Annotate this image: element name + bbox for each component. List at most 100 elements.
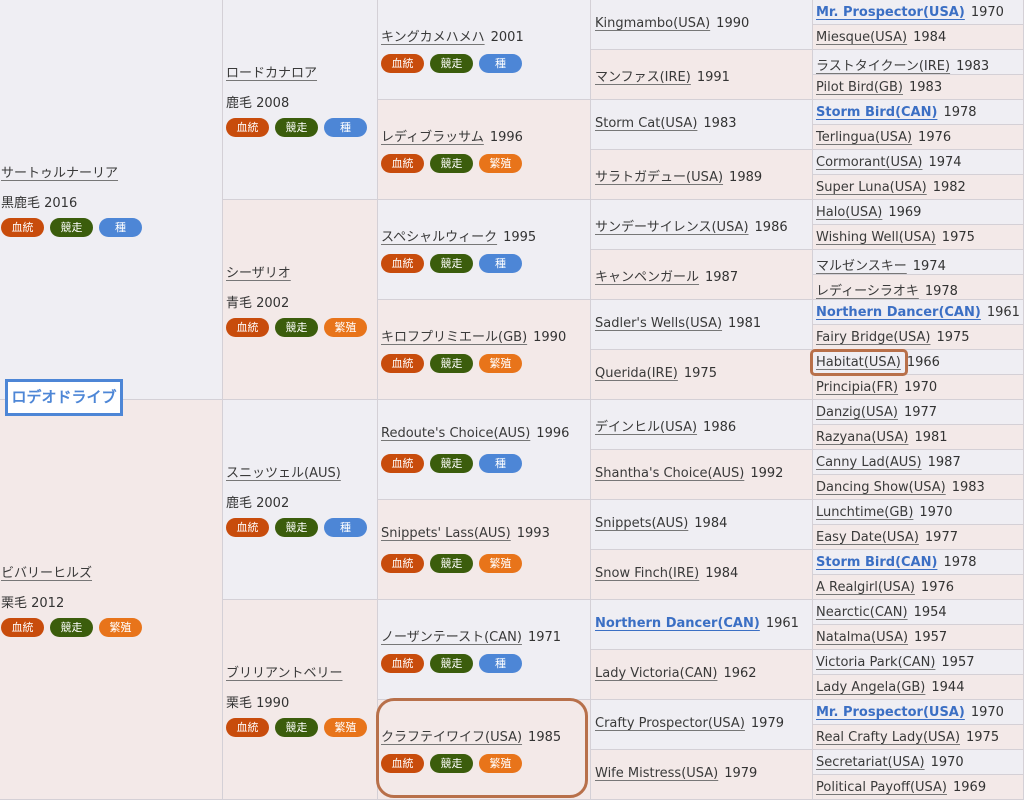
horse-name-link[interactable]: レディブラッサム [381, 130, 484, 145]
race-tag[interactable]: 競走 [430, 554, 473, 573]
horse-name-link[interactable]: キャンペンガール [595, 270, 699, 285]
horse-name-link[interactable]: スペシャルウィーク [381, 230, 497, 245]
horse-name-link[interactable]: Victoria Park(CAN) [816, 655, 935, 670]
race-tag[interactable]: 競走 [430, 654, 473, 673]
horse-name-link[interactable]: サラトガデュー(USA) [595, 170, 723, 185]
horse-name-link[interactable]: ラストタイクーン(IRE) [816, 59, 950, 74]
horse-name-link[interactable]: Danzig(USA) [816, 405, 898, 420]
race-tag[interactable]: 競走 [50, 218, 93, 237]
blood-tag[interactable]: 血統 [381, 254, 424, 273]
horse-name-link[interactable]: Pilot Bird(GB) [816, 80, 903, 95]
race-tag[interactable]: 競走 [50, 618, 93, 637]
race-tag[interactable]: 競走 [430, 154, 473, 173]
horse-name-link[interactable]: A Realgirl(USA) [816, 580, 915, 595]
blood-tag[interactable]: 血統 [226, 318, 269, 337]
stud-tag[interactable]: 種 [479, 454, 522, 473]
horse-name-link[interactable]: キロフプリミエール(GB) [381, 330, 527, 345]
horse-name-link[interactable]: サンデーサイレンス(USA) [595, 220, 749, 235]
race-tag[interactable]: 競走 [430, 454, 473, 473]
blood-tag[interactable]: 血統 [381, 154, 424, 173]
horse-name-link[interactable]: Canny Lad(AUS) [816, 455, 922, 470]
horse-name-link[interactable]: Lady Victoria(CAN) [595, 666, 717, 681]
horse-name-link[interactable]: マルゼンスキー [816, 259, 907, 274]
stud-tag[interactable]: 種 [479, 254, 522, 273]
blood-tag[interactable]: 血統 [226, 718, 269, 737]
breed-tag[interactable]: 繁殖 [324, 318, 367, 337]
blood-tag[interactable]: 血統 [381, 454, 424, 473]
breed-tag[interactable]: 繁殖 [479, 354, 522, 373]
race-tag[interactable]: 競走 [430, 354, 473, 373]
horse-name-link[interactable]: ブリリアントベリー [226, 666, 342, 681]
horse-name-link[interactable]: Terlingua(USA) [816, 130, 912, 145]
stud-tag[interactable]: 種 [479, 654, 522, 673]
horse-name-link[interactable]: デインヒル(USA) [595, 420, 697, 435]
horse-name-link[interactable]: Kingmambo(USA) [595, 16, 710, 31]
horse-name-link[interactable]: Political Payoff(USA) [816, 780, 947, 795]
horse-name-link[interactable]: Razyana(USA) [816, 430, 908, 445]
breed-tag[interactable]: 繁殖 [479, 554, 522, 573]
race-tag[interactable]: 競走 [430, 54, 473, 73]
horse-name-link[interactable]: Secretariat(USA) [816, 755, 925, 770]
horse-name-link[interactable]: Wife Mistress(USA) [595, 766, 718, 781]
horse-name-link[interactable]: Redoute's Choice(AUS) [381, 426, 530, 441]
horse-name-link[interactable]: Storm Bird(CAN) [816, 105, 937, 120]
race-tag[interactable]: 競走 [275, 318, 318, 337]
horse-name-link[interactable]: Halo(USA) [816, 205, 882, 220]
blood-tag[interactable]: 血統 [381, 554, 424, 573]
stud-tag[interactable]: 種 [324, 118, 367, 137]
horse-name-link[interactable]: Nearctic(CAN) [816, 605, 908, 620]
horse-name-link[interactable]: Super Luna(USA) [816, 180, 927, 195]
horse-name-link[interactable]: Mr. Prospector(USA) [816, 705, 965, 720]
blood-tag[interactable]: 血統 [1, 618, 44, 637]
horse-name-link[interactable]: ビバリーヒルズ [1, 566, 92, 581]
horse-name-link[interactable]: Miesque(USA) [816, 30, 907, 45]
horse-name-link[interactable]: Lunchtime(GB) [816, 505, 913, 520]
race-tag[interactable]: 競走 [275, 518, 318, 537]
horse-name-link[interactable]: Natalma(USA) [816, 630, 908, 645]
horse-name-link[interactable]: サートゥルナーリア [1, 166, 118, 181]
breed-tag[interactable]: 繁殖 [99, 618, 142, 637]
race-tag[interactable]: 競走 [430, 254, 473, 273]
blood-tag[interactable]: 血統 [381, 654, 424, 673]
horse-name-link[interactable]: レディーシラオキ [816, 284, 919, 299]
blood-tag[interactable]: 血統 [226, 118, 269, 137]
horse-name-link[interactable]: キングカメハメハ [381, 30, 485, 45]
race-tag[interactable]: 競走 [275, 718, 318, 737]
race-tag[interactable]: 競走 [275, 118, 318, 137]
horse-name-link[interactable]: Snippets(AUS) [595, 516, 688, 531]
horse-name-link[interactable]: Northern Dancer(CAN) [595, 616, 760, 631]
breed-tag[interactable]: 繁殖 [479, 154, 522, 173]
horse-name-link[interactable]: Snippets' Lass(AUS) [381, 526, 511, 541]
horse-name-link[interactable]: Principia(FR) [816, 380, 898, 395]
breed-tag[interactable]: 繁殖 [324, 718, 367, 737]
horse-name-link[interactable]: マンファス(IRE) [595, 70, 691, 85]
horse-name-link[interactable]: ノーザンテースト(CAN) [381, 630, 522, 645]
horse-name-link[interactable]: Storm Cat(USA) [595, 116, 697, 131]
horse-name-link[interactable]: Dancing Show(USA) [816, 480, 946, 495]
horse-name-link[interactable]: Fairy Bridge(USA) [816, 330, 930, 345]
horse-name-link[interactable]: Northern Dancer(CAN) [816, 305, 981, 320]
horse-name-link[interactable]: Lady Angela(GB) [816, 680, 925, 695]
blood-tag[interactable]: 血統 [381, 354, 424, 373]
horse-name-link[interactable]: Querida(IRE) [595, 366, 678, 381]
horse-name-link[interactable]: Wishing Well(USA) [816, 230, 936, 245]
stud-tag[interactable]: 種 [99, 218, 142, 237]
horse-name-link[interactable]: シーザリオ [226, 266, 291, 281]
horse-name-link[interactable]: Storm Bird(CAN) [816, 555, 937, 570]
stud-tag[interactable]: 種 [324, 518, 367, 537]
horse-name-link[interactable]: Sadler's Wells(USA) [595, 316, 722, 331]
horse-name-link[interactable]: Mr. Prospector(USA) [816, 5, 965, 20]
horse-name-link[interactable]: Shantha's Choice(AUS) [595, 466, 744, 481]
horse-name-link[interactable]: Real Crafty Lady(USA) [816, 730, 960, 745]
horse-name-link[interactable]: ロードカナロア [226, 66, 317, 81]
stud-tag[interactable]: 種 [479, 54, 522, 73]
blood-tag[interactable]: 血統 [381, 54, 424, 73]
horse-name-link[interactable]: Cormorant(USA) [816, 155, 922, 170]
blood-tag[interactable]: 血統 [226, 518, 269, 537]
blood-tag[interactable]: 血統 [1, 218, 44, 237]
horse-name-link[interactable]: Crafty Prospector(USA) [595, 716, 745, 731]
horse-name-link[interactable]: Easy Date(USA) [816, 530, 919, 545]
horse-name-link[interactable]: Snow Finch(IRE) [595, 566, 699, 581]
birth-year: 1983 [956, 59, 990, 74]
horse-name-link[interactable]: スニッツェル(AUS) [226, 466, 341, 481]
